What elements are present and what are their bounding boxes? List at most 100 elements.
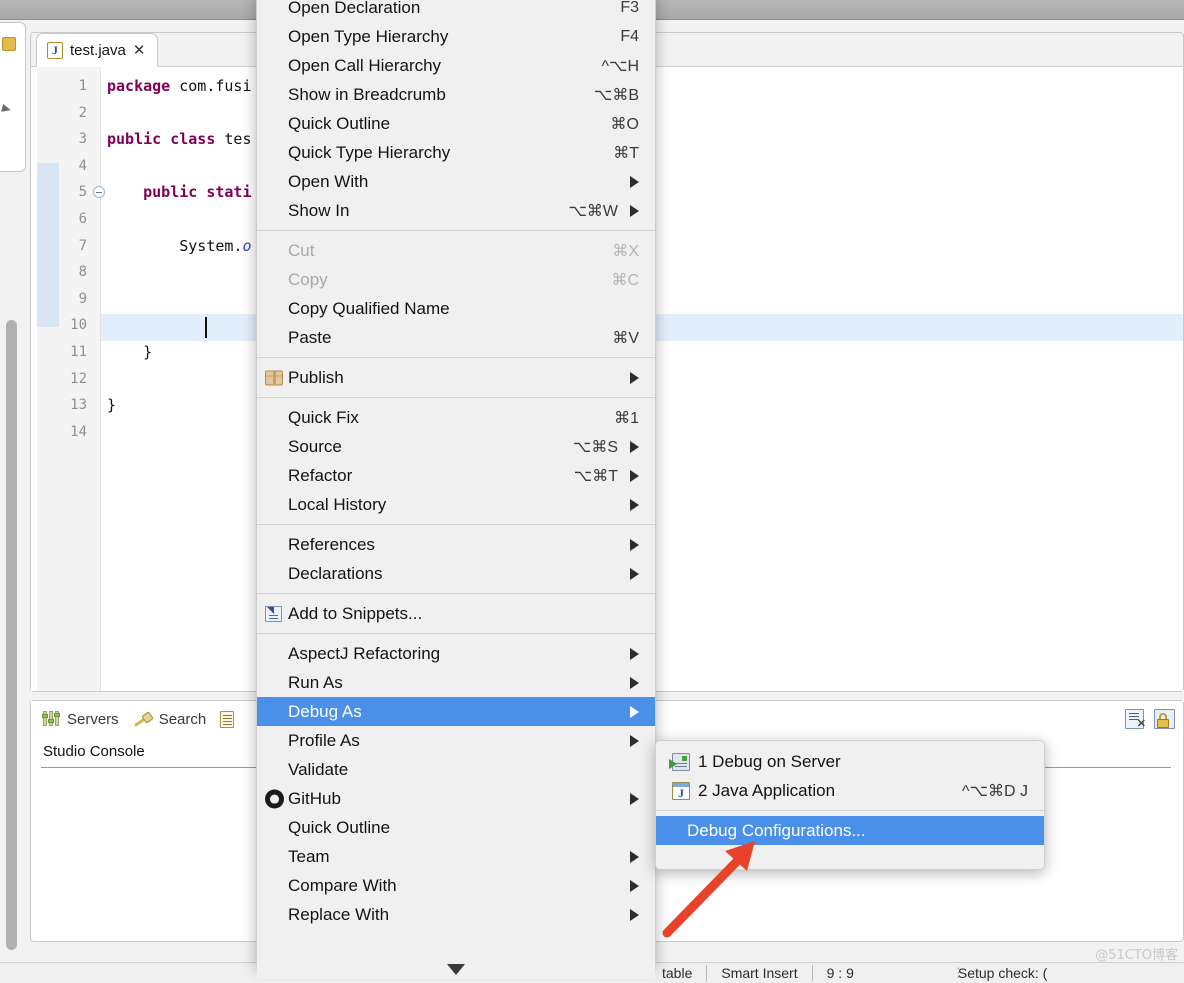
menu-item-label: Profile As bbox=[288, 730, 360, 750]
line-number: 8 bbox=[78, 264, 87, 281]
menu-item-label: Open Call Hierarchy bbox=[288, 55, 442, 75]
submenu-item-debug-configurations[interactable]: Debug Configurations... bbox=[656, 816, 1044, 845]
menu-item-replace-with[interactable]: Replace With bbox=[257, 900, 655, 929]
menu-item-declarations[interactable]: Declarations bbox=[257, 559, 655, 588]
menu-item-add-to-snippets[interactable]: Add to Snippets... bbox=[257, 599, 655, 628]
left-vertical-scrollbar[interactable] bbox=[6, 320, 17, 950]
menu-item-debug-as[interactable]: Debug As bbox=[257, 697, 655, 726]
search-icon bbox=[133, 711, 154, 727]
menu-item-paste[interactable]: Paste ⌘V bbox=[257, 323, 655, 352]
chevron-down-icon bbox=[447, 963, 465, 975]
menu-item-profile-as[interactable]: Profile As bbox=[257, 726, 655, 755]
menu-item-shortcut: ⌥⌘B bbox=[593, 86, 639, 104]
menu-item-aspectj-refactoring[interactable]: AspectJ Refactoring bbox=[257, 639, 655, 668]
menu-item-label: Refactor bbox=[288, 465, 353, 485]
menu-item-validate[interactable]: Validate bbox=[257, 755, 655, 784]
submenu-item-shortcut: ^⌥⌘D J bbox=[962, 782, 1028, 800]
menu-scroll-down-button[interactable] bbox=[257, 959, 655, 979]
menu-item-references[interactable]: References bbox=[257, 530, 655, 559]
submenu-item-label: Debug Configurations... bbox=[687, 820, 866, 840]
menu-item-label: Source bbox=[288, 436, 342, 456]
menu-item-refactor[interactable]: Refactor ⌥⌘T bbox=[257, 461, 655, 490]
status-setup-check: ⋮ Setup check: ( bbox=[938, 963, 1062, 983]
debug-server-icon bbox=[669, 752, 690, 771]
close-icon[interactable]: ✕ bbox=[133, 43, 146, 58]
line-number: 3 bbox=[78, 131, 87, 148]
status-setup-check-label: Setup check: ( bbox=[957, 965, 1048, 981]
menu-item-show-in-breadcrumb[interactable]: Show in Breadcrumb ⌥⌘B bbox=[257, 80, 655, 109]
menu-item-compare-with[interactable]: Compare With bbox=[257, 871, 655, 900]
menu-item-shortcut: ⌘X bbox=[612, 242, 639, 260]
java-file-icon: J bbox=[47, 41, 63, 59]
debug-as-submenu[interactable]: 1 Debug on Server J 2 Java Application ^⌥⌘D… bbox=[655, 740, 1045, 870]
lock-scroll-icon[interactable] bbox=[1154, 709, 1175, 729]
menu-item-quick-type-hierarchy[interactable]: Quick Type Hierarchy ⌘T bbox=[257, 138, 655, 167]
menu-item-label: Paste bbox=[288, 327, 332, 347]
menu-separator bbox=[656, 810, 1044, 811]
menu-item-local-history[interactable]: Local History bbox=[257, 490, 655, 519]
menu-item-label: Team bbox=[288, 846, 330, 866]
menu-item-run-as[interactable]: Run As bbox=[257, 668, 655, 697]
menu-item-shortcut: ⌥⌘T bbox=[573, 467, 618, 485]
line-number: 12 bbox=[70, 370, 87, 387]
view-tab-servers[interactable]: Servers bbox=[42, 710, 119, 728]
fold-collapse-icon[interactable] bbox=[93, 186, 105, 199]
submenu-arrow-icon bbox=[630, 676, 639, 689]
submenu-arrow-icon bbox=[630, 734, 639, 747]
submenu-item-label: 2 Java Application bbox=[698, 780, 836, 800]
menu-item-shortcut: ⌘C bbox=[611, 271, 639, 289]
submenu-arrow-icon bbox=[630, 647, 639, 660]
view-tab-search[interactable]: Search bbox=[133, 710, 207, 728]
menu-item-open-declaration[interactable]: Open Declaration F3 bbox=[257, 0, 655, 22]
github-icon bbox=[265, 789, 284, 808]
submenu-item-1-debug-on-server[interactable]: 1 Debug on Server bbox=[656, 747, 1044, 776]
line-number: 1 bbox=[78, 78, 87, 94]
menu-item-copy: Copy ⌘C bbox=[257, 265, 655, 294]
menu-item-team[interactable]: Team bbox=[257, 842, 655, 871]
menu-item-open-with[interactable]: Open With bbox=[257, 167, 655, 196]
submenu-arrow-icon bbox=[630, 705, 639, 718]
view-tab-search-label: Search bbox=[158, 710, 207, 728]
menu-item-github[interactable]: GitHub bbox=[257, 784, 655, 813]
menu-item-label: Copy bbox=[288, 269, 328, 289]
view-tab-console[interactable] bbox=[220, 710, 235, 728]
context-menu[interactable]: Open Declaration F3 Open Type Hierarchy F4 O… bbox=[256, 0, 656, 967]
menu-separator bbox=[257, 397, 655, 398]
line-number: 2 bbox=[78, 104, 87, 121]
menu-item-shortcut: ⌘O bbox=[610, 115, 639, 133]
menu-item-quick-outline[interactable]: Quick Outline ⌘O bbox=[257, 109, 655, 138]
menu-item-label: GitHub bbox=[288, 788, 341, 808]
view-tab-servers-label: Servers bbox=[67, 710, 119, 728]
status-insert-mode: Smart Insert bbox=[721, 965, 798, 981]
menu-item-open-call-hierarchy[interactable]: Open Call Hierarchy ^⌥H bbox=[257, 51, 655, 80]
menu-item-label: Copy Qualified Name bbox=[288, 298, 450, 318]
submenu-item-label: 1 Debug on Server bbox=[698, 751, 841, 771]
menu-item-label: Replace With bbox=[288, 904, 390, 924]
submenu-arrow-icon bbox=[630, 908, 639, 921]
menu-item-quick-outline[interactable]: Quick Outline bbox=[257, 813, 655, 842]
menu-item-source[interactable]: Source ⌥⌘S bbox=[257, 432, 655, 461]
screen: J test.java ✕ 1 2 3 4 5 6 7 8 9 10 11 12 13 14 packag… bbox=[0, 0, 1184, 983]
menu-separator bbox=[257, 633, 655, 634]
menu-item-shortcut: ^⌥H bbox=[601, 57, 640, 75]
status-cursor-position: 9 : 9 bbox=[826, 965, 854, 981]
submenu-arrow-icon bbox=[630, 567, 639, 580]
console-title: Studio Console bbox=[43, 743, 145, 760]
submenu-item-2-java-application[interactable]: J 2 Java Application ^⌥⌘D J bbox=[656, 776, 1044, 805]
menu-item-label: Cut bbox=[288, 240, 315, 260]
watermark: @51CTO博客 bbox=[1095, 948, 1178, 963]
servers-icon bbox=[42, 711, 61, 727]
console-toolbar: ✕ bbox=[1125, 709, 1175, 730]
menu-item-quick-fix[interactable]: Quick Fix ⌘1 bbox=[257, 403, 655, 432]
line-number: 4 bbox=[78, 157, 87, 174]
line-number: 13 bbox=[70, 397, 87, 414]
submenu-arrow-icon bbox=[630, 792, 639, 805]
clear-console-icon[interactable]: ✕ bbox=[1125, 709, 1146, 730]
menu-item-label: Quick Outline bbox=[288, 817, 391, 837]
menu-item-publish[interactable]: Publish bbox=[257, 363, 655, 392]
menu-item-open-type-hierarchy[interactable]: Open Type Hierarchy F4 bbox=[257, 22, 655, 51]
menu-item-copy-qualified-name[interactable]: Copy Qualified Name bbox=[257, 294, 655, 323]
line-number: 9 bbox=[78, 290, 87, 307]
editor-tab-test-java[interactable]: J test.java ✕ bbox=[36, 33, 159, 67]
menu-item-show-in[interactable]: Show In ⌥⌘W bbox=[257, 196, 655, 225]
